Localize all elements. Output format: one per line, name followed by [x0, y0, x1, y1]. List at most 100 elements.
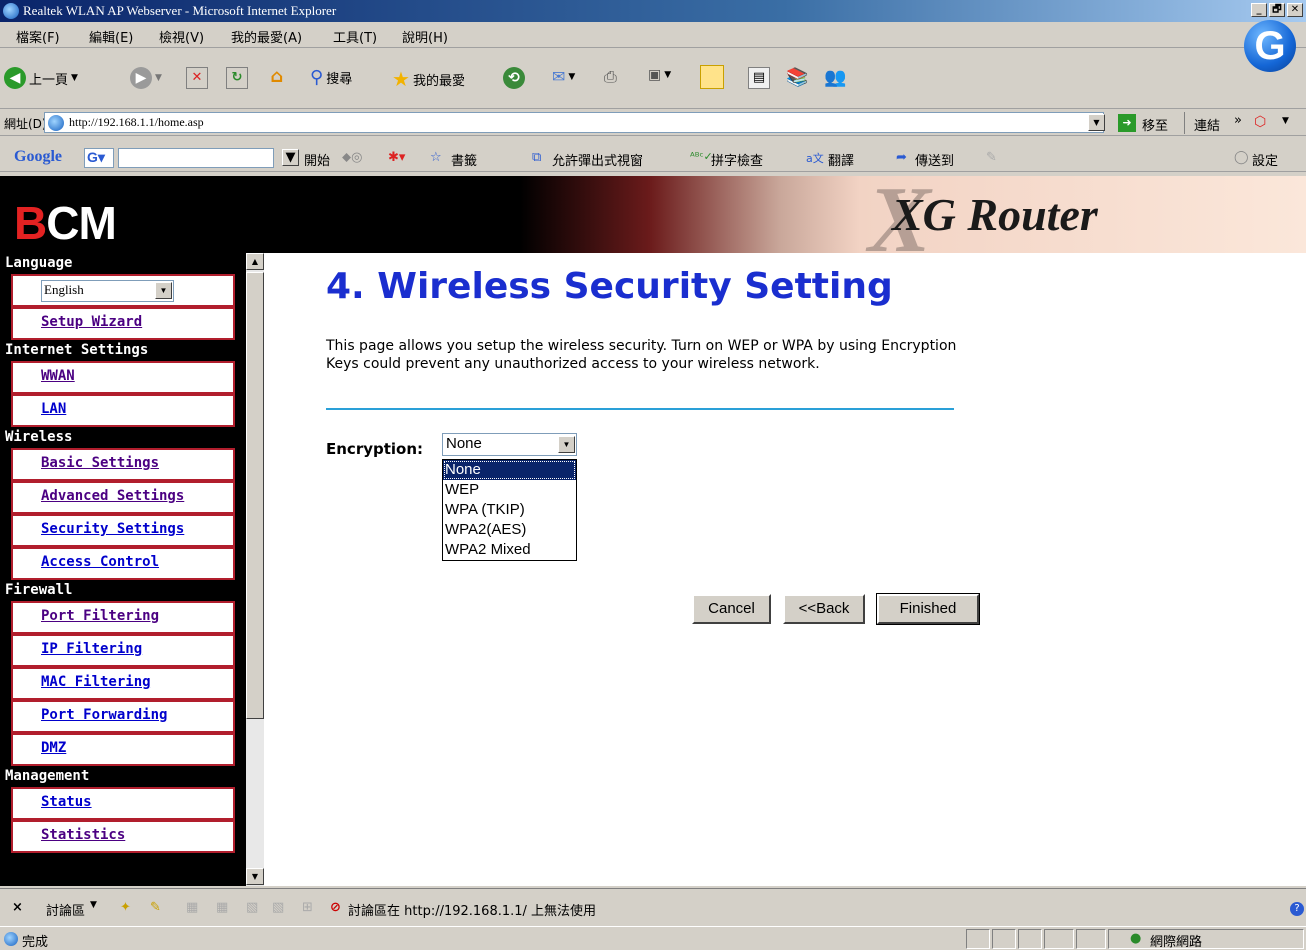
edit-button[interactable]: ▣ ▼	[648, 67, 671, 83]
discussion-edit-icon[interactable]: ✎	[150, 900, 161, 915]
sidebar-item-basic-settings[interactable]: Basic Settings	[11, 448, 235, 481]
encryption-option-wpa-tkip[interactable]: WPA (TKIP)	[443, 500, 576, 520]
back-label: 上一頁	[29, 72, 69, 88]
note-button[interactable]	[700, 65, 724, 89]
print-button[interactable]: ⎙	[604, 67, 617, 87]
bcm-logo-rest: CM	[46, 197, 117, 249]
google-translate-button[interactable]: 翻譯	[828, 150, 854, 169]
history-button[interactable]: ⟲	[503, 67, 525, 89]
unavailable-icon: ⊘	[330, 900, 341, 915]
google-settings-button[interactable]: 設定	[1252, 150, 1278, 169]
forward-button[interactable]: ▶ ▼	[130, 67, 162, 89]
links-button[interactable]: 連結	[1194, 115, 1220, 134]
google-search-input[interactable]	[118, 148, 274, 168]
chevron-right-icon[interactable]: »	[1234, 113, 1242, 128]
stop-button[interactable]: ✕	[186, 67, 208, 89]
puzzle-icon[interactable]: ✱▾	[388, 150, 405, 165]
sidebar-item-security-settings[interactable]: Security Settings	[11, 514, 235, 547]
finished-button[interactable]: Finished	[876, 593, 980, 625]
favorites-button[interactable]: ★ 我的最愛	[392, 67, 465, 91]
star-icon: ★	[392, 67, 410, 91]
messenger-button[interactable]: 📚	[786, 67, 808, 88]
language-select-value: English	[44, 282, 84, 297]
discussion-menu-button[interactable]: 討論區	[46, 900, 85, 919]
pencil-icon[interactable]: ✎	[986, 150, 997, 165]
encryption-option-wep[interactable]: WEP	[443, 480, 576, 500]
scrollbar-thumb[interactable]	[246, 272, 264, 719]
mail-button[interactable]: ✉ ▼	[552, 67, 575, 86]
sidebar-item-lan[interactable]: LAN	[11, 394, 235, 427]
cancel-button[interactable]: Cancel	[692, 594, 771, 624]
menu-bar: 檔案(F) 編輯(E) 檢視(V) 我的最愛(A) 工具(T) 說明(H)	[0, 22, 1306, 48]
popup-icon: ⧉	[532, 150, 542, 165]
scroll-up-icon[interactable]: ▲	[246, 253, 264, 270]
sidebar-item-advanced-settings[interactable]: Advanced Settings	[11, 481, 235, 514]
maximize-button[interactable]: 🗗	[1269, 3, 1285, 17]
discussion-new-icon[interactable]: ✦	[120, 900, 131, 915]
back-button[interactable]: <<Back	[783, 594, 865, 624]
edit-icon: ▣	[648, 67, 662, 83]
google-popups-button[interactable]: 允許彈出式視窗	[552, 150, 643, 169]
print-icon: ⎙	[604, 67, 617, 86]
google-g-icon: G	[1244, 20, 1296, 72]
discussion-reply-icon[interactable]: ▦	[186, 900, 198, 915]
menu-favorites[interactable]: 我的最愛(A)	[231, 27, 302, 46]
discussion-up-icon[interactable]: ⊞	[302, 900, 313, 915]
highlight-icon[interactable]: ⬥◎	[342, 150, 362, 165]
menu-help[interactable]: 說明(H)	[402, 27, 448, 46]
back-button[interactable]: ◀ 上一頁 ▼	[4, 67, 78, 89]
search-button[interactable]: ⚲ 搜尋	[310, 67, 352, 88]
refresh-button[interactable]: ↻	[226, 67, 248, 89]
address-input[interactable]: http://192.168.1.1/home.asp	[44, 112, 1104, 133]
google-search-dropdown-icon[interactable]: ▼	[282, 149, 299, 166]
home-button[interactable]: ⌂	[266, 67, 288, 89]
sidebar-item-wwan[interactable]: WWAN	[11, 361, 235, 394]
book-icon: 📚	[786, 67, 809, 88]
sidebar-item-status[interactable]: Status	[11, 787, 235, 820]
encryption-select[interactable]: None ▼	[442, 433, 577, 456]
chevron-down-icon[interactable]: ▼	[90, 900, 97, 910]
sidebar-item-access-control[interactable]: Access Control	[11, 547, 235, 580]
acrobat-icon[interactable]: ⬡	[1254, 114, 1266, 130]
sidebar-scrollbar[interactable]: ▲ ▼	[246, 253, 264, 886]
sidebar-item-setup-wizard[interactable]: Setup Wizard	[11, 307, 235, 340]
google-start-button[interactable]: 開始	[304, 150, 330, 169]
discussion-reply-all-icon[interactable]: ▦	[216, 900, 228, 915]
search-icon: ⚲	[310, 67, 324, 88]
menu-edit[interactable]: 編輯(E)	[89, 27, 133, 46]
go-button[interactable]: 移至	[1142, 115, 1168, 134]
google-bookmarks-button[interactable]: 書籤	[451, 150, 477, 169]
sidebar-item-mac-filtering[interactable]: MAC Filtering	[11, 667, 235, 700]
chevron-down-icon: ▼	[558, 436, 575, 453]
menu-tools[interactable]: 工具(T)	[333, 27, 377, 46]
send-icon: ➦	[896, 150, 907, 165]
research-button[interactable]: ▤	[748, 67, 770, 89]
chevron-down-icon[interactable]: ▼	[1282, 116, 1289, 126]
encryption-option-none[interactable]: None	[443, 460, 576, 480]
google-menu-icon[interactable]: G▾	[84, 148, 114, 168]
sidebar-item-port-forwarding[interactable]: Port Forwarding	[11, 700, 235, 733]
menu-view[interactable]: 檢視(V)	[159, 27, 204, 46]
minimize-button[interactable]: _	[1251, 3, 1267, 17]
go-arrow-icon[interactable]: ➜	[1118, 114, 1136, 132]
help-icon[interactable]: ?	[1290, 902, 1304, 916]
language-select[interactable]: English ▼	[41, 280, 174, 302]
discussion-collapse-icon[interactable]: ▧	[272, 900, 284, 915]
encryption-option-wpa2-mixed[interactable]: WPA2 Mixed	[443, 540, 576, 560]
contacts-button[interactable]: 👥	[824, 67, 846, 88]
menu-file[interactable]: 檔案(F)	[16, 27, 60, 46]
google-sendto-button[interactable]: 傳送到	[915, 150, 954, 169]
address-dropdown-icon[interactable]: ▼	[1088, 114, 1105, 131]
sidebar-item-ip-filtering[interactable]: IP Filtering	[11, 634, 235, 667]
discussion-close-button[interactable]: ×	[12, 900, 23, 915]
stop-icon: ✕	[186, 67, 208, 89]
discussion-expand-icon[interactable]: ▧	[246, 900, 258, 915]
sidebar-item-dmz[interactable]: DMZ	[11, 733, 235, 766]
close-button[interactable]: ✕	[1287, 3, 1303, 17]
sidebar-item-statistics[interactable]: Statistics	[11, 820, 235, 853]
encryption-option-wpa2-aes[interactable]: WPA2(AES)	[443, 520, 576, 540]
discussion-message: 討論區在 http://192.168.1.1/ 上無法使用	[348, 904, 597, 919]
sidebar-item-port-filtering[interactable]: Port Filtering	[11, 601, 235, 634]
google-spellcheck-button[interactable]: 拼字檢查	[711, 150, 763, 169]
scroll-down-icon[interactable]: ▼	[246, 868, 264, 885]
